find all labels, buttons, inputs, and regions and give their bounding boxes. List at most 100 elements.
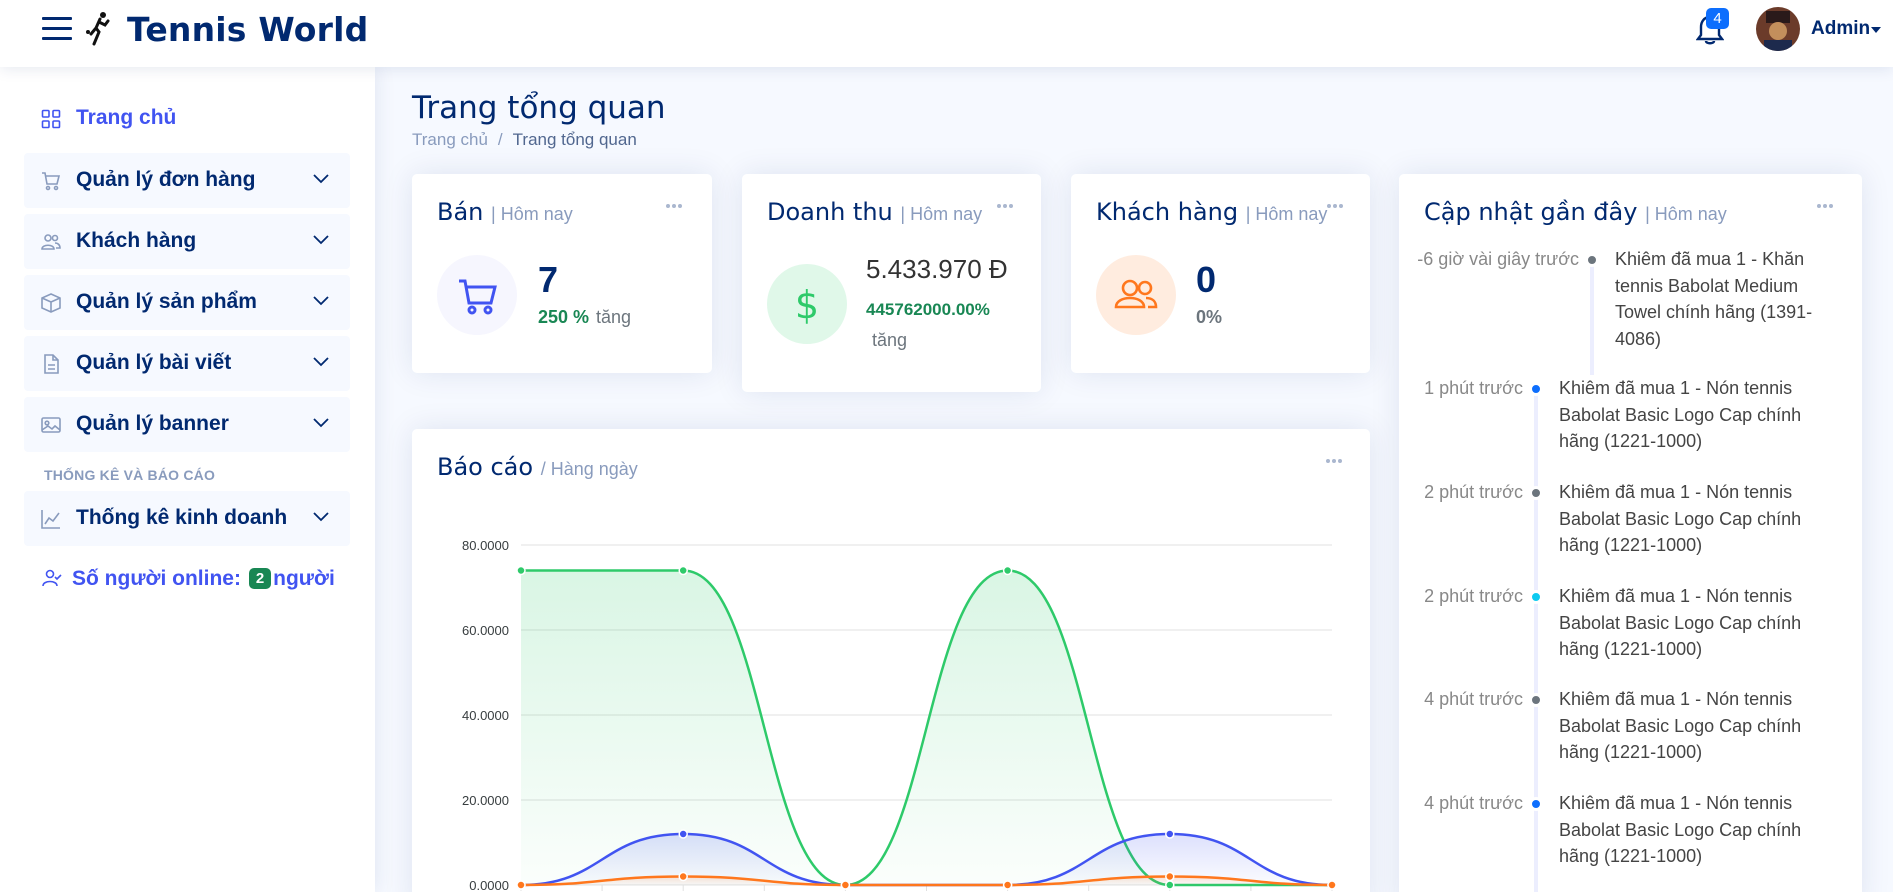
- sidebar-section-heading: THỐNG KÊ VÀ BÁO CÁO: [44, 467, 216, 483]
- chevron-down-icon: [313, 235, 329, 245]
- caret-down-icon[interactable]: [1871, 27, 1881, 33]
- sidebar-item-banners[interactable]: Quản lý banner: [24, 397, 350, 452]
- more-options-icon[interactable]: [997, 204, 1017, 210]
- sidebar-item-label: Quản lý banner: [76, 412, 229, 435]
- data-point[interactable]: [516, 565, 526, 576]
- image-icon: [41, 417, 61, 433]
- box-icon: [41, 293, 61, 313]
- customers-value: 0: [1196, 259, 1217, 300]
- user-menu[interactable]: Admin: [1811, 18, 1870, 40]
- data-point[interactable]: [840, 880, 851, 890]
- people-icon-circle: [1096, 255, 1176, 335]
- y-tick-label: 20.0000: [462, 793, 509, 808]
- timeline-time: 4 phút trước: [1424, 689, 1523, 709]
- report-card: Báo cáo / Hàng ngày 80.0000 60.0000 40.000…: [412, 429, 1370, 892]
- updates-card-title: Cập nhật gần đây | Hôm nay: [1424, 198, 1727, 226]
- timeline-text: Khiêm đã mua 1 - Khăn tennis Babolat Med…: [1615, 249, 1813, 349]
- timeline-line: [1534, 496, 1538, 594]
- people-icon: [41, 234, 61, 250]
- header: Tennis World 4 Admin: [0, 0, 1893, 67]
- sidebar-item-posts[interactable]: Quản lý bài viết: [24, 336, 350, 391]
- sales-value: 7: [538, 259, 559, 300]
- grid-icon: [41, 109, 61, 129]
- sidebar-item-business-stats[interactable]: Thống kê kinh doanh: [24, 491, 350, 546]
- timeline-time: 2 phút trước: [1424, 586, 1523, 606]
- timeline-time: 4 phút trước: [1424, 793, 1523, 813]
- revenue-percent: 445762000.00%: [866, 300, 990, 319]
- data-point[interactable]: [1165, 880, 1175, 890]
- svg-text:$: $: [795, 283, 819, 327]
- customers-percent: 0%: [1196, 307, 1223, 327]
- data-point[interactable]: [678, 871, 688, 882]
- data-point[interactable]: [1002, 565, 1013, 576]
- card-title-text: Cập nhật gần đây: [1424, 198, 1638, 226]
- page-title: Trang tổng quan: [412, 90, 666, 126]
- sales-card-title: Bán | Hôm nay: [437, 198, 573, 226]
- timeline-dot: [1529, 693, 1543, 707]
- document-icon: [44, 354, 59, 374]
- card-title-text: Bán: [437, 198, 484, 226]
- card-subtitle: | Hôm nay: [1645, 204, 1727, 224]
- timeline-line: [1590, 263, 1594, 375]
- breadcrumb-home-link[interactable]: Trang chủ: [412, 130, 488, 149]
- y-tick-label: 60.0000: [462, 623, 509, 638]
- data-point[interactable]: [678, 829, 688, 839]
- sidebar-item-customers[interactable]: Khách hàng: [24, 214, 350, 269]
- brand-title[interactable]: Tennis World: [127, 10, 368, 49]
- chevron-down-icon: [313, 418, 329, 428]
- cart-icon-circle: [437, 255, 517, 335]
- breadcrumb-current: Trang tổng quan: [512, 130, 637, 149]
- sidebar: Trang chủ Quản lý đơn hàng Khách hàng Qu…: [0, 67, 375, 892]
- sidebar-item-label: Quản lý bài viết: [76, 351, 232, 374]
- timeline-text: Khiêm đã mua 1 - Nón tennis Babolat Basi…: [1559, 378, 1802, 451]
- timeline-dot: [1529, 797, 1543, 811]
- data-point[interactable]: [1327, 880, 1337, 890]
- people-icon: [1114, 279, 1158, 309]
- timeline-dot: [1529, 590, 1543, 604]
- chevron-down-icon: [313, 512, 329, 522]
- y-tick-label: 80.0000: [462, 538, 509, 553]
- timeline-text: Khiêm đã mua 1 - Nón tennis Babolat Basi…: [1559, 793, 1802, 866]
- graph-icon: [41, 510, 60, 529]
- menu-toggle-icon[interactable]: [42, 17, 72, 43]
- revenue-value: 5.433.970 Đ: [866, 254, 1008, 284]
- data-point[interactable]: [1165, 871, 1175, 882]
- sidebar-item-orders[interactable]: Quản lý đơn hàng: [24, 153, 350, 208]
- timeline-time: 1 phút trước: [1424, 378, 1523, 398]
- online-suffix: người: [273, 567, 335, 590]
- cart-icon: [459, 279, 497, 315]
- timeline-dot: [1585, 253, 1599, 267]
- card-title-text: Doanh thu: [767, 198, 893, 226]
- more-options-icon[interactable]: [1327, 204, 1347, 210]
- timeline-line: [1534, 703, 1538, 801]
- revenue-card-title: Doanh thu | Hôm nay: [767, 198, 982, 226]
- revenue-card: Doanh thu | Hôm nay $ 5.433.970 Đ 445762…: [742, 174, 1041, 392]
- more-options-icon[interactable]: [1817, 204, 1837, 210]
- report-chart: 80.0000 60.0000 40.0000 20.0000 0.0000: [462, 538, 1337, 892]
- dollar-icon-circle: $: [767, 264, 847, 344]
- y-tick-label: 40.0000: [462, 708, 509, 723]
- notification-badge: 4: [1706, 8, 1729, 29]
- timeline-line: [1534, 807, 1538, 892]
- tennis-player-logo-icon: [86, 12, 110, 46]
- timeline-dot: [1529, 382, 1543, 396]
- timeline-line: [1534, 600, 1538, 698]
- card-subtitle: | Hôm nay: [1245, 204, 1328, 224]
- data-point[interactable]: [1165, 829, 1175, 839]
- revenue-trend: tăng: [872, 330, 908, 350]
- cart-icon: [42, 172, 61, 191]
- more-options-icon[interactable]: [666, 204, 686, 210]
- sidebar-item-products[interactable]: Quản lý sản phẩm: [24, 275, 350, 330]
- data-point[interactable]: [678, 565, 688, 576]
- breadcrumb: Trang chủ / Trang tổng quan: [412, 130, 637, 149]
- sales-trend: tăng: [596, 307, 632, 327]
- card-subtitle: | Hôm nay: [491, 204, 573, 224]
- sales-card: Bán | Hôm nay 7 250 % tăng: [412, 174, 712, 373]
- online-count-badge: 2: [248, 568, 272, 589]
- data-point[interactable]: [516, 880, 526, 890]
- sidebar-item-dashboard[interactable]: Trang chủ: [24, 91, 350, 146]
- avatar[interactable]: [1756, 7, 1800, 51]
- data-point[interactable]: [1002, 880, 1013, 890]
- dollar-icon: $: [795, 283, 819, 327]
- card-title-text: Khách hàng: [1096, 198, 1239, 226]
